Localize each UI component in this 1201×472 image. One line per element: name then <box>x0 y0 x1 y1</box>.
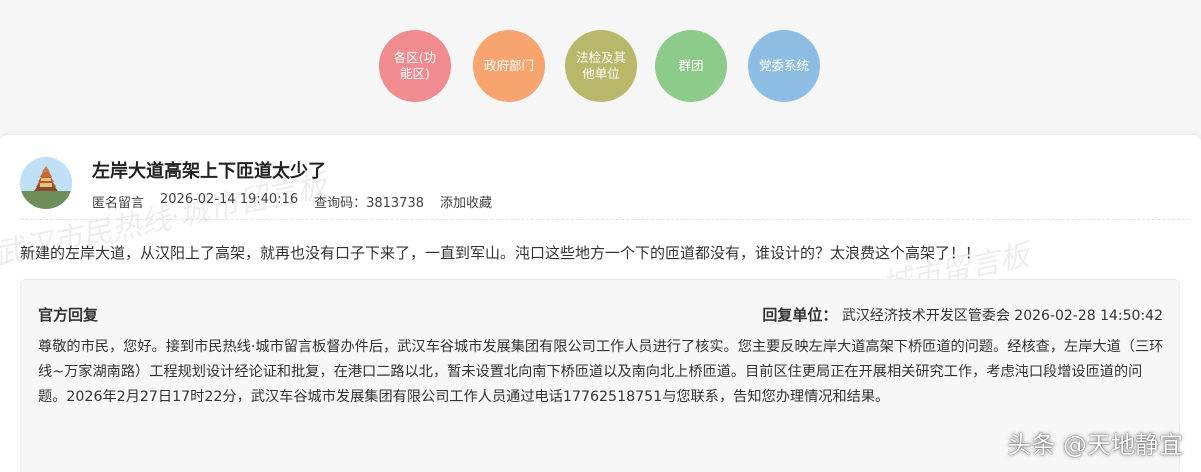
post-meta: 匿名留言 2026-02-14 19:40:16 查询码：3813738 添加收… <box>92 192 492 211</box>
official-reply: 官方回复 回复单位： 武汉经济技术开发区管委会 2026-02-28 14:50… <box>20 279 1180 472</box>
category-label: 党委系统 <box>758 58 809 73</box>
category-nav: 各区(功能区) 政府部门 法检及其他单位 群团 党委系统 <box>0 30 1201 102</box>
corner-watermark: 头条 @天地静宜 <box>1007 431 1183 459</box>
category-label: 法检及其他单位 <box>575 50 626 81</box>
category-government-button[interactable]: 政府部门 <box>473 30 545 102</box>
category-label: 群团 <box>678 58 704 73</box>
category-label: 各区(功能区) <box>393 50 437 81</box>
category-party-button[interactable]: 党委系统 <box>748 30 820 102</box>
avatar <box>20 157 72 209</box>
category-district-button[interactable]: 各区(功能区) <box>379 30 451 102</box>
reply-unit: 回复单位： 武汉经济技术开发区管委会 2026-02-28 14:50:42 <box>762 304 1163 325</box>
category-court-button[interactable]: 法检及其他单位 <box>565 30 637 102</box>
reply-datetime: 2026-02-28 14:50:42 <box>1014 308 1163 324</box>
post-content: 新建的左岸大道，从汉阳上了高架，就再也没有口子下来了，一直到军山。沌口这些地方一… <box>20 244 981 262</box>
post-datetime: 2026-02-14 19:40:16 <box>160 192 299 207</box>
message-card: 武汉市民热线·城市留言板 城市留言板 武汉市民热线·城市留言板 武汉市民热线·城… <box>0 134 1201 472</box>
post-query-code: 查询码：3813738 <box>314 196 424 211</box>
divider <box>20 219 1190 220</box>
category-label: 政府部门 <box>483 58 534 73</box>
reply-label: 官方回复 <box>38 306 99 324</box>
post-title: 左岸大道高架上下匝道太少了 <box>92 161 326 182</box>
add-favorite-link[interactable]: 添加收藏 <box>440 192 492 211</box>
reply-text: 尊敬的市民，您好。接到市民热线·城市留言板督办件后，武汉车谷城市发展集团有限公司… <box>38 339 1164 405</box>
avatar-tower-image <box>20 157 72 209</box>
reply-unit-label: 回复单位： <box>762 306 838 324</box>
category-groups-button[interactable]: 群团 <box>655 30 727 102</box>
post-author: 匿名留言 <box>92 196 145 211</box>
reply-unit-name: 武汉经济技术开发区管委会 <box>841 308 1010 324</box>
